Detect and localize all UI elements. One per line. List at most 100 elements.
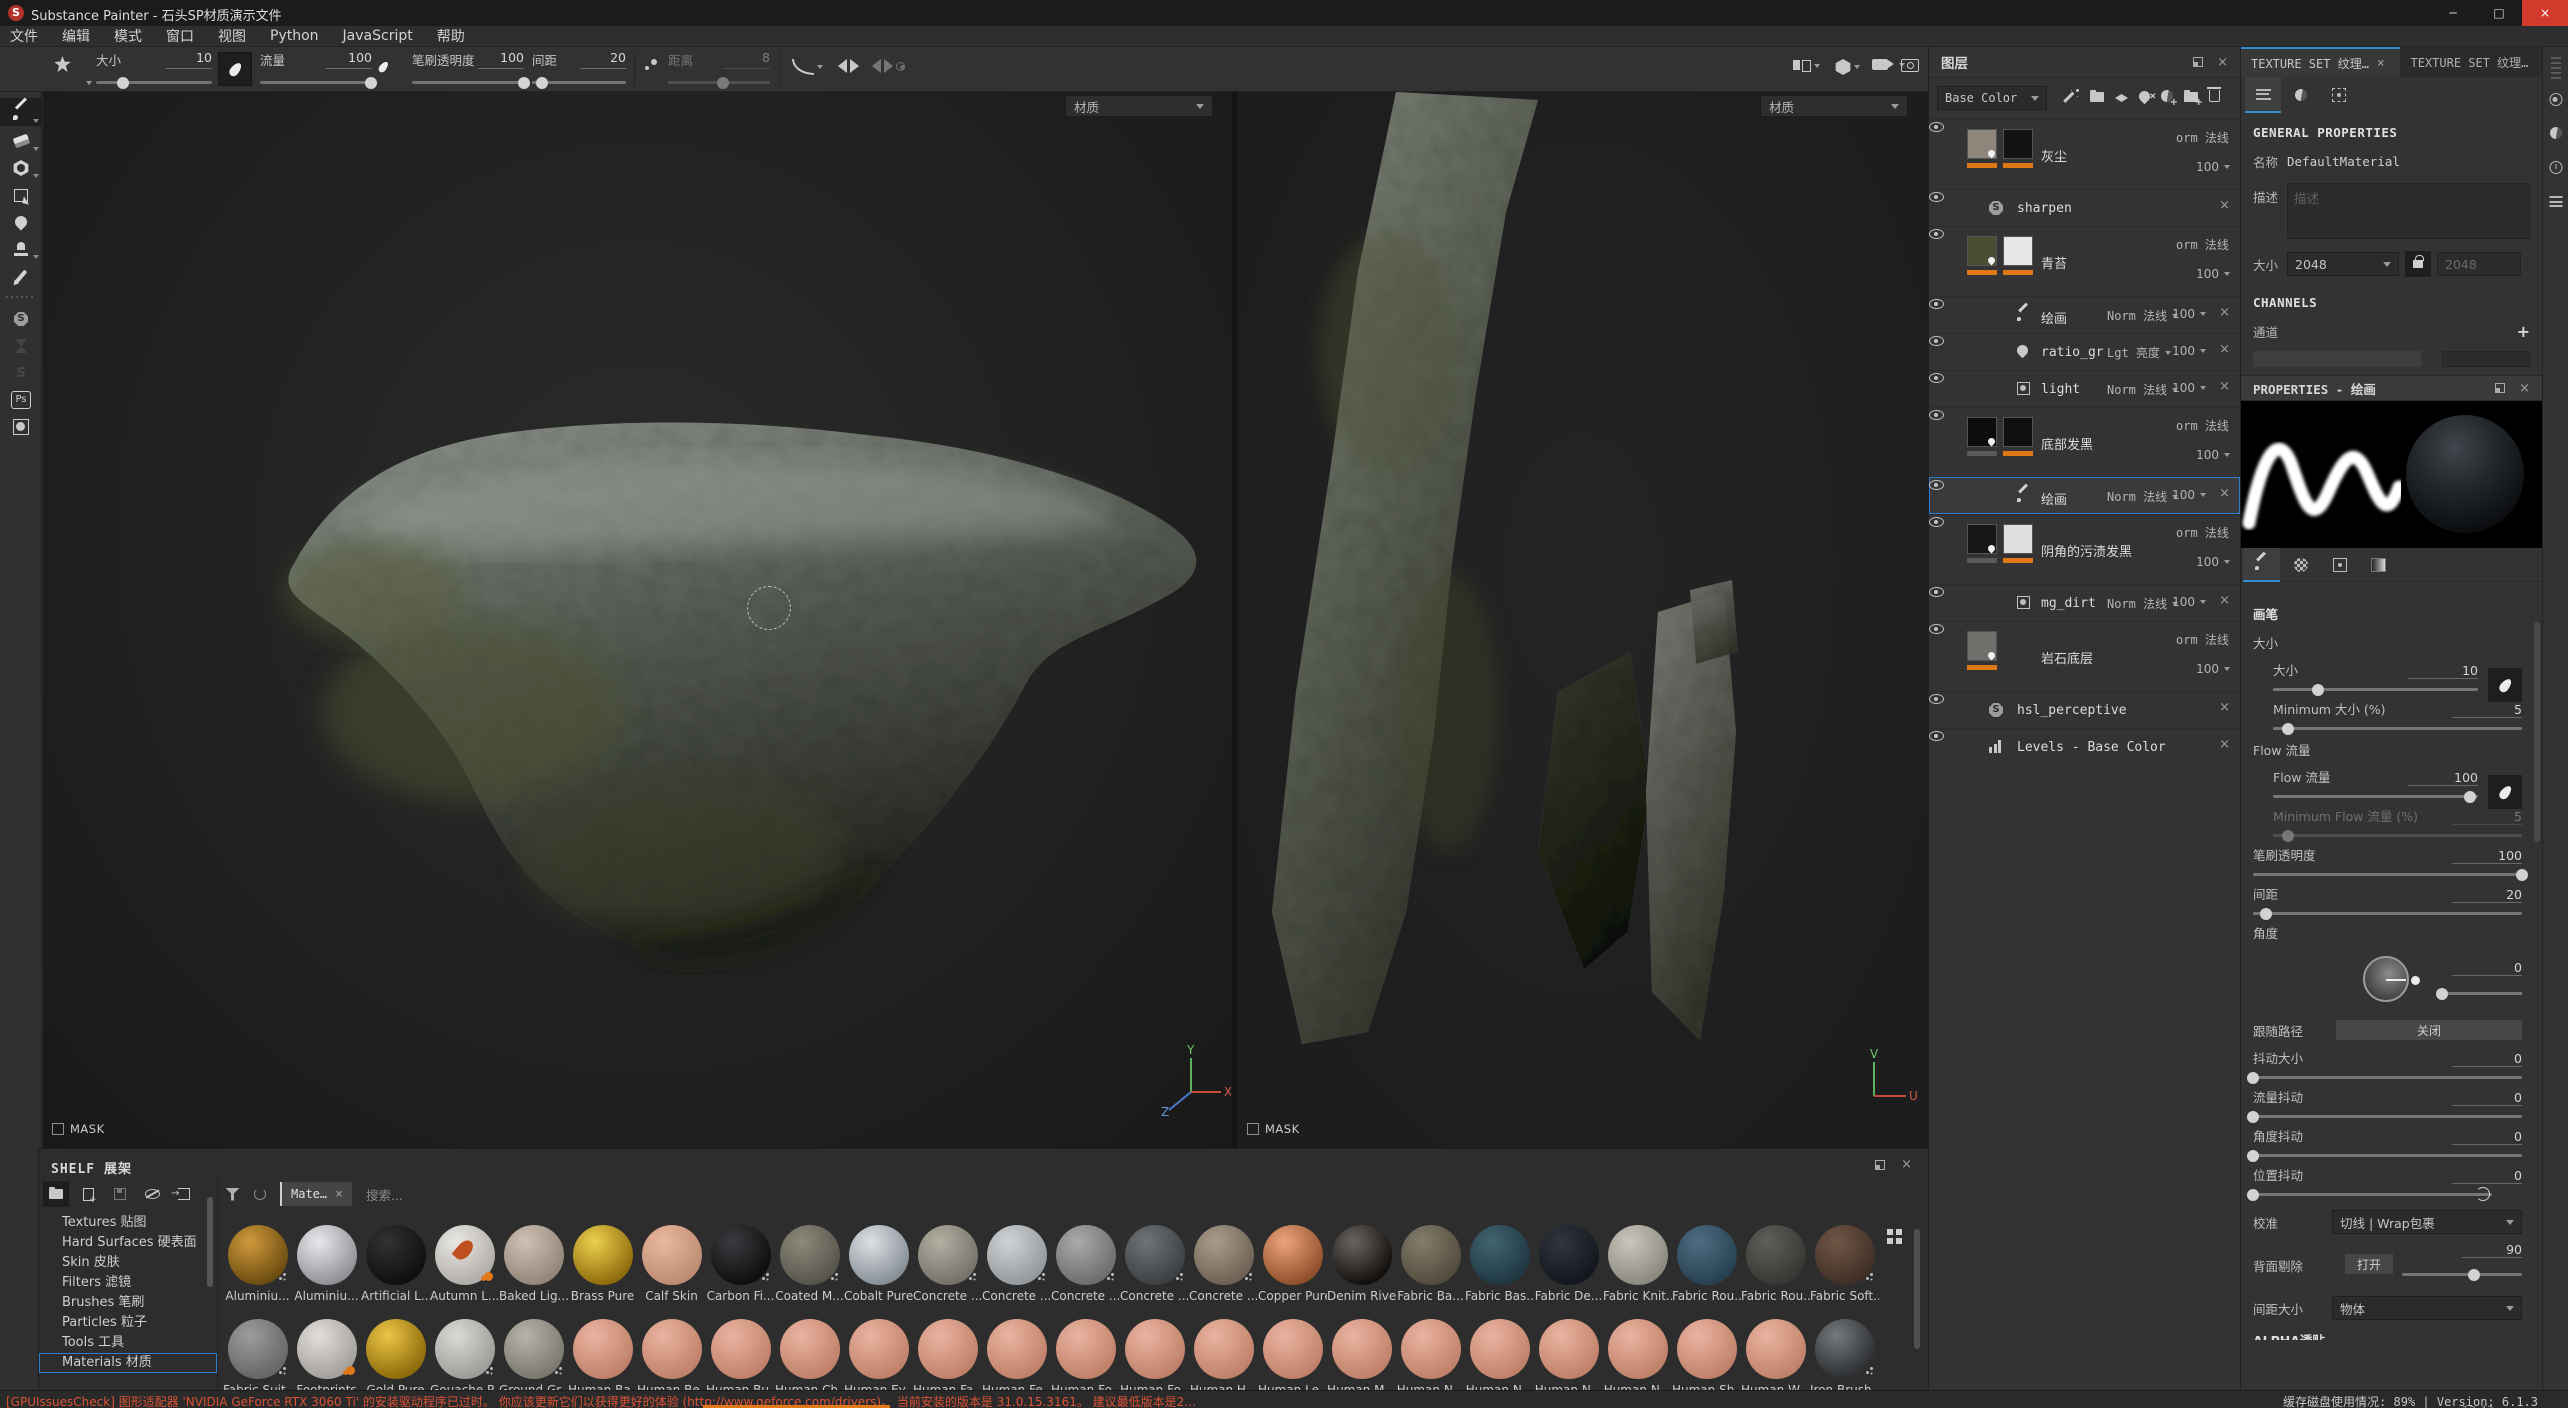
material-item[interactable]: Concrete ... xyxy=(1051,1225,1120,1303)
tool-clone-stamp[interactable] xyxy=(0,236,42,262)
spacing-value[interactable]: 20 xyxy=(580,50,626,69)
stroke-dots-button[interactable] xyxy=(644,59,658,73)
shelf-category-Filters 滤镜[interactable]: Filters 滤镜 xyxy=(39,1273,217,1293)
filter-funnel-icon[interactable] xyxy=(225,1188,240,1201)
layer-row-绘画[interactable]: 绘画Norm 法线100× xyxy=(1929,296,2240,333)
eye-icon[interactable] xyxy=(1929,587,1944,597)
material-item[interactable]: Gouache P... xyxy=(430,1319,499,1390)
shelf-new-button[interactable] xyxy=(75,1181,101,1207)
perspective-button[interactable] xyxy=(1835,59,1860,75)
eye-icon[interactable] xyxy=(1929,336,1944,346)
mask-checkbox[interactable] xyxy=(52,1123,64,1135)
slider-value[interactable]: 10 xyxy=(2408,663,2478,679)
backface-value[interactable]: 90 xyxy=(2462,1242,2522,1258)
tab-texture-set-list[interactable]: TEXTURE SET 纹理… xyxy=(2400,47,2542,77)
remove-effect-icon[interactable]: × xyxy=(2219,738,2230,751)
layer-row-灰尘[interactable]: 灰尘orm 法线100 xyxy=(1929,119,2240,189)
tool-polygon-fill[interactable] xyxy=(0,182,42,208)
brush-tip-button[interactable] xyxy=(2488,668,2522,702)
layer-thumbnail[interactable] xyxy=(1967,631,1997,661)
layer-row-阴角的污渍发黑[interactable]: 阴角的污渍发黑orm 法线100 xyxy=(1929,514,2240,584)
material-item[interactable]: Human Sh... xyxy=(1672,1319,1741,1390)
material-item[interactable]: Fabric Ba... xyxy=(1396,1225,1465,1303)
material-item[interactable]: Human Le... xyxy=(1258,1319,1327,1390)
eye-icon[interactable] xyxy=(1929,694,1944,704)
randomize-icon[interactable] xyxy=(2476,1187,2490,1201)
material-item[interactable]: Fabric Rou... xyxy=(1741,1225,1810,1303)
eye-icon[interactable] xyxy=(1929,517,1944,527)
slider-value[interactable]: 5 xyxy=(2452,702,2522,718)
tool-paint-brush[interactable] xyxy=(0,98,42,126)
tab-gradient[interactable] xyxy=(2360,548,2397,582)
layer-row-hsl_perceptive[interactable]: Shsl_perceptive× xyxy=(1929,691,2240,728)
material-item[interactable]: Human H... xyxy=(1189,1319,1258,1390)
eye-icon[interactable] xyxy=(1929,192,1944,202)
viewport2d-material-select[interactable]: 材质 xyxy=(1760,95,1908,117)
material-item[interactable]: Footprints xyxy=(292,1319,361,1390)
material-item[interactable]: Calf Skin xyxy=(637,1225,706,1303)
filter-tab[interactable]: Mate…× xyxy=(280,1182,352,1206)
slider-track[interactable] xyxy=(2253,1115,2522,1118)
material-item[interactable]: Gold Pure xyxy=(361,1319,430,1390)
material-item[interactable]: Denim Rivet xyxy=(1327,1225,1396,1303)
layer-row-mg_dirt[interactable]: mg_dirtNorm 法线100× xyxy=(1929,584,2240,621)
angle-dial[interactable] xyxy=(2363,956,2409,1002)
material-item[interactable]: Copper Pure xyxy=(1258,1225,1327,1303)
select-校准[interactable]: 切线 | Wrap包裹 xyxy=(2332,1210,2522,1234)
layer-row-青苔[interactable]: 青苔orm 法线100 xyxy=(1929,226,2240,296)
material-item[interactable]: Human Fa... xyxy=(913,1319,982,1390)
display-settings-button[interactable] xyxy=(2549,93,2562,110)
layer-thumbnail[interactable] xyxy=(2003,524,2033,554)
eye-icon[interactable] xyxy=(1929,229,1944,239)
layer-opacity[interactable]: 100 xyxy=(2196,448,2230,462)
maximize-button[interactable]: □ xyxy=(2476,0,2522,26)
eye-icon[interactable] xyxy=(1929,480,1944,490)
layer-thumbnail[interactable] xyxy=(1967,236,1997,266)
float-panel-icon[interactable] xyxy=(2193,57,2203,67)
close-icon[interactable]: × xyxy=(2519,382,2530,395)
refresh-icon[interactable] xyxy=(254,1188,266,1200)
size-slider[interactable] xyxy=(96,81,212,84)
shelf-category-Tools 工具[interactable]: Tools 工具 xyxy=(39,1333,217,1353)
slider-value[interactable]: 0 xyxy=(2452,1090,2522,1106)
add-channel-button[interactable]: + xyxy=(2517,322,2530,341)
shelf-export-button[interactable] xyxy=(171,1181,197,1207)
mask-toggle-3d[interactable]: MASK xyxy=(52,1122,105,1136)
shelf-category-Textures 贴图[interactable]: Textures 贴图 xyxy=(39,1213,217,1233)
close-button[interactable]: × xyxy=(2522,0,2568,26)
add-smart-material-button[interactable] xyxy=(2090,90,2104,106)
layer-row-底部发黑[interactable]: 底部发黑orm 法线100 xyxy=(1929,407,2240,477)
layer-row-Levels - Base Color[interactable]: Levels - Base Color× xyxy=(1929,728,2240,765)
layer-row-sharpen[interactable]: Ssharpen× xyxy=(1929,189,2240,226)
shelf-save-button[interactable] xyxy=(107,1181,133,1207)
blend-mode[interactable]: orm 法线 xyxy=(2176,129,2238,146)
material-item[interactable]: Human Be... xyxy=(637,1319,706,1390)
menu-item-视图[interactable]: 视图 xyxy=(218,26,246,46)
material-item[interactable]: Human Ba... xyxy=(568,1319,637,1390)
menu-item-编辑[interactable]: 编辑 xyxy=(62,26,90,46)
menu-item-窗口[interactable]: 窗口 xyxy=(166,26,194,46)
layer-row-light[interactable]: lightNorm 法线100× xyxy=(1929,370,2240,407)
viewport-2d[interactable]: 材质 MASK V U xyxy=(1238,92,1928,1148)
material-item[interactable]: Autumn L... xyxy=(430,1225,499,1303)
close-icon[interactable]: × xyxy=(2377,57,2385,70)
material-item[interactable]: Human N... xyxy=(1465,1319,1534,1390)
material-item[interactable]: Human W... xyxy=(1741,1319,1810,1390)
tab-brush[interactable] xyxy=(2243,548,2280,582)
slider-handle[interactable] xyxy=(2260,908,2272,920)
material-item[interactable]: Carbon Fi... xyxy=(706,1225,775,1303)
tab-texture-set-settings[interactable]: TEXTURE SET 纹理…× xyxy=(2241,47,2400,77)
select-间距大小[interactable]: 物体 xyxy=(2332,1296,2522,1320)
shelf-category-Skin 皮肤[interactable]: Skin 皮肤 xyxy=(39,1253,217,1273)
material-item[interactable]: Fabric Rou... xyxy=(1672,1225,1741,1303)
material-item[interactable]: Human Fo... xyxy=(1120,1319,1189,1390)
material-item[interactable]: Concrete ... xyxy=(982,1225,1051,1303)
slider-track[interactable] xyxy=(2253,1193,2492,1196)
angle-dial-handle[interactable] xyxy=(2411,976,2420,985)
slider-handle[interactable] xyxy=(2247,1111,2259,1123)
close-icon[interactable]: × xyxy=(1901,1158,1912,1171)
layer-opacity[interactable]: 100 xyxy=(2172,595,2206,609)
float-panel-icon[interactable] xyxy=(2495,383,2505,393)
material-item[interactable]: Aluminiu... xyxy=(292,1225,361,1303)
layer-opacity[interactable]: 100 xyxy=(2172,488,2206,502)
